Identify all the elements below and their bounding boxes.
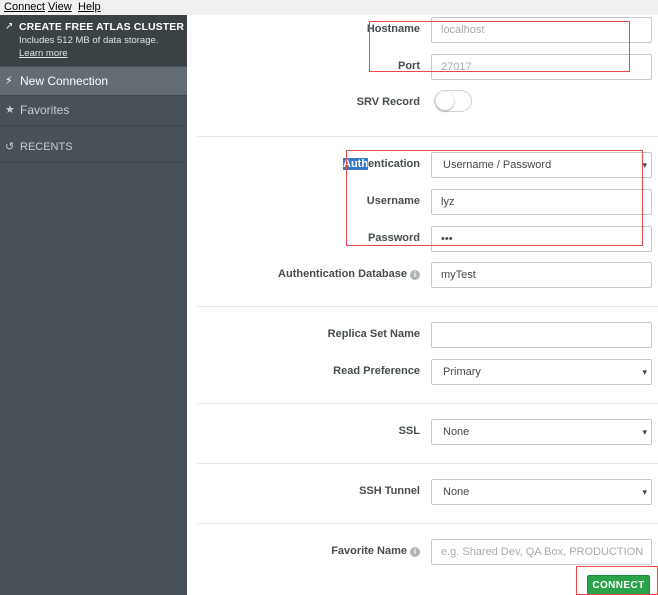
read-preference-label: Read Preference — [333, 365, 420, 377]
star-icon: ★ — [5, 104, 15, 116]
external-link-icon: ↗ — [5, 21, 14, 32]
sidebar: ↗ CREATE FREE ATLAS CLUSTER Includes 512… — [0, 15, 187, 595]
annotation-box-connect — [576, 566, 658, 595]
chevron-down-icon: ▾ — [642, 487, 647, 497]
sidebar-recents-header: ↺ RECENTS — [0, 139, 187, 161]
chevron-down-icon: ▾ — [642, 367, 647, 377]
sidebar-item-new-connection[interactable]: ⚡︎ New Connection — [0, 67, 187, 95]
menu-help[interactable]: Help — [78, 1, 101, 13]
section-divider — [197, 463, 658, 464]
section-divider — [197, 403, 658, 404]
section-divider — [197, 523, 658, 524]
chevron-down-icon: ▾ — [642, 160, 647, 170]
annotation-box-host-port — [369, 21, 630, 72]
favorite-name-label-text: Favorite Name — [331, 545, 407, 557]
bolt-icon: ⚡︎ — [5, 75, 13, 87]
sidebar-item-favorites[interactable]: ★ Favorites — [0, 96, 187, 124]
info-icon[interactable]: i — [410, 270, 420, 280]
annotation-box-auth — [346, 150, 643, 246]
atlas-promo[interactable]: ↗ CREATE FREE ATLAS CLUSTER Includes 512… — [0, 15, 187, 66]
ssh-tunnel-label: SSH Tunnel — [359, 485, 420, 497]
sidebar-item-label: Favorites — [20, 103, 70, 117]
ssl-select[interactable]: None ▾ — [431, 419, 652, 445]
atlas-title: CREATE FREE ATLAS CLUSTER — [19, 21, 185, 33]
ssh-tunnel-value: None — [443, 486, 470, 498]
history-icon: ↺ — [5, 141, 15, 153]
section-divider — [197, 306, 658, 307]
ssl-label: SSL — [398, 425, 420, 437]
ssl-value: None — [443, 426, 470, 438]
toggle-knob — [436, 92, 454, 110]
replica-set-label: Replica Set Name — [327, 328, 420, 340]
connection-form — [187, 15, 658, 595]
section-divider — [197, 136, 658, 137]
ssh-tunnel-select[interactable]: None ▾ — [431, 479, 652, 505]
sidebar-divider — [0, 162, 187, 163]
read-preference-value: Primary — [443, 366, 481, 378]
chevron-down-icon: ▾ — [642, 427, 647, 437]
read-preference-select[interactable]: Primary ▾ — [431, 359, 652, 385]
menu-connect[interactable]: Connect — [4, 1, 45, 13]
menu-view[interactable]: View — [48, 1, 72, 13]
recents-label: RECENTS — [20, 141, 73, 153]
auth-database-label: Authentication Database i — [278, 268, 420, 280]
sidebar-item-label: New Connection — [20, 74, 109, 88]
sidebar-divider — [0, 125, 187, 126]
auth-database-label-text: Authentication Database — [278, 268, 407, 280]
learn-more-link[interactable]: Learn more — [19, 48, 68, 59]
auth-database-input[interactable]: myTest — [431, 262, 652, 288]
srv-record-label: SRV Record — [356, 96, 420, 108]
srv-record-toggle[interactable] — [434, 90, 472, 112]
favorite-name-label: Favorite Name i — [331, 545, 420, 557]
info-icon[interactable]: i — [410, 547, 420, 557]
atlas-subtitle: Includes 512 MB of data storage. — [19, 35, 159, 46]
menu-bar: Connect View Help — [0, 0, 658, 15]
favorite-name-input[interactable]: e.g. Shared Dev, QA Box, PRODUCTION — [431, 539, 652, 565]
replica-set-input[interactable] — [431, 322, 652, 348]
